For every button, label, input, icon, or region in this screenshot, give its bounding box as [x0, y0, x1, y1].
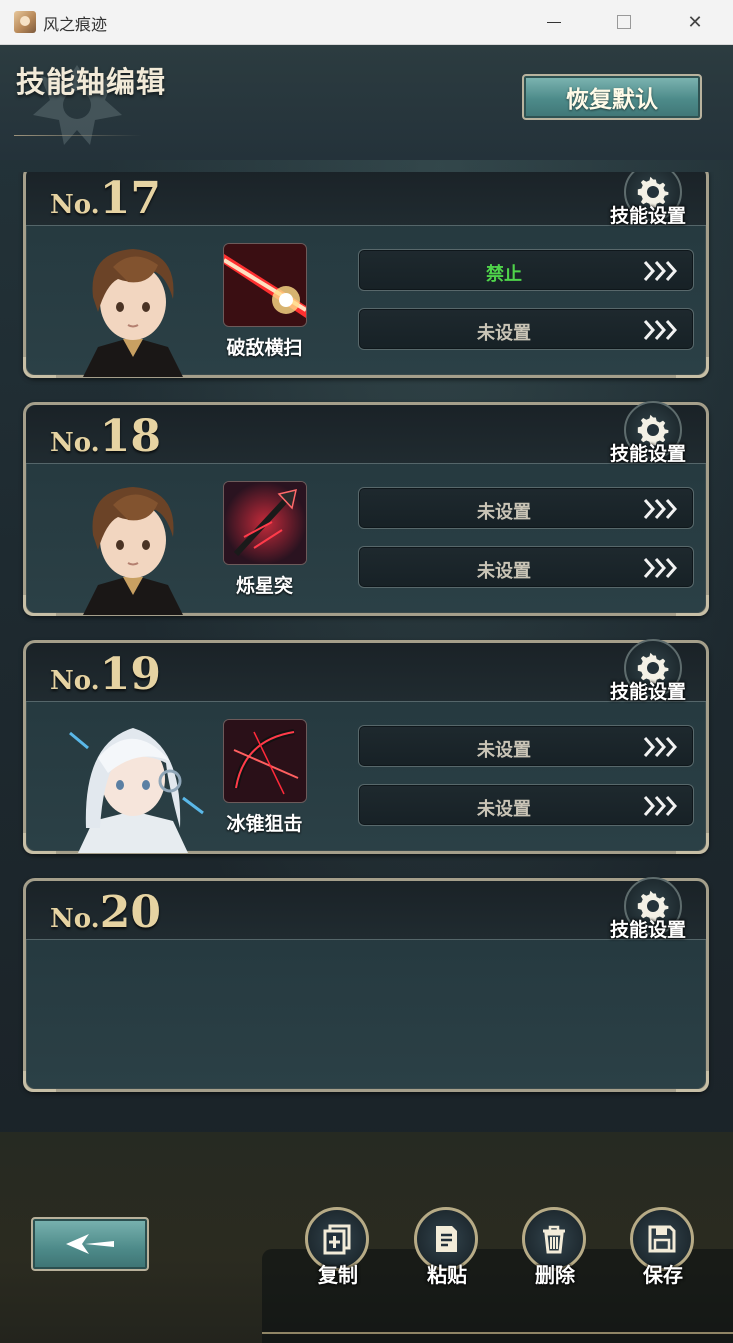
card-number-prefix: No. — [50, 904, 100, 934]
card-number-prefix: No. — [50, 666, 100, 696]
skill-list-content: No.16技能设置连环突刺未设置未设置No.17技能设置破敌横扫禁止未设置No.… — [0, 172, 733, 1116]
copy-icon — [323, 1224, 351, 1255]
close-icon: ✕ — [687, 11, 703, 33]
card-corner-ornament — [23, 357, 56, 378]
card-number-prefix: No. — [50, 190, 100, 220]
close-button[interactable]: ✕ — [672, 0, 718, 44]
card-corner-ornament — [23, 1071, 56, 1092]
paste-label: 粘贴 — [427, 1263, 467, 1287]
character-portrait — [69, 728, 204, 853]
action-bar-rail — [262, 1332, 733, 1334]
condition-slot-2[interactable]: 未设置 — [358, 784, 694, 826]
back-button[interactable] — [31, 1217, 149, 1271]
delete-button[interactable]: 删除 — [520, 1207, 590, 1297]
back-arrow-icon — [66, 1234, 114, 1254]
triple-chevron-right-icon — [643, 796, 678, 816]
title-divider — [14, 135, 142, 136]
skill-art — [224, 720, 306, 802]
paste-icon — [436, 1226, 457, 1252]
condition-slot-2[interactable]: 未设置 — [358, 308, 694, 350]
delete-label: 删除 — [535, 1263, 575, 1287]
card-number: No.20 — [50, 887, 161, 938]
card-corner-ornament — [676, 833, 709, 854]
skill-card: No.18 技能设置 烁星突 未设置 未设置 — [23, 401, 709, 616]
skill-settings-label[interactable]: 技能设置 — [610, 915, 686, 942]
card-corner-ornament — [23, 833, 56, 854]
copy-label: 复制 — [318, 1263, 358, 1287]
condition-slot-text: 禁止 — [486, 264, 522, 285]
skill-art — [224, 244, 306, 326]
skill-card: No.17 技能设置破敌横扫 禁止未设置 — [23, 172, 709, 378]
maximize-icon — [617, 15, 631, 29]
condition-slot-text: 未设置 — [477, 502, 531, 523]
condition-slot-text: 未设置 — [477, 740, 531, 761]
skill-icon[interactable] — [223, 243, 307, 327]
card-number: No.19 — [50, 649, 161, 700]
skill-art — [224, 482, 306, 564]
trash-icon — [543, 1225, 565, 1254]
card-corner-ornament — [676, 595, 709, 616]
condition-slot-1[interactable]: 未设置 — [358, 487, 694, 529]
card-number-value: 20 — [99, 887, 161, 938]
window-titlebar: 风之痕迹 ✕ — [0, 0, 733, 45]
triple-chevron-right-icon — [643, 558, 678, 578]
minimize-icon — [547, 21, 561, 23]
skill-name: 冰锥狙击 — [226, 813, 303, 835]
paste-button[interactable]: 粘贴 — [412, 1207, 482, 1297]
condition-slot-text: 未设置 — [477, 323, 531, 344]
card-number: No.18 — [50, 411, 161, 462]
skill-icon[interactable] — [223, 481, 307, 565]
skill-card: No.19 技能设置 冰锥狙击 未设置 未设置 — [23, 639, 709, 854]
window-title: 风之痕迹 — [43, 15, 108, 34]
minimize-button[interactable] — [531, 0, 577, 44]
card-corner-ornament — [676, 1071, 709, 1092]
maximize-button[interactable] — [601, 0, 647, 44]
triple-chevron-right-icon — [643, 320, 678, 340]
condition-slot-1[interactable]: 未设置 — [358, 725, 694, 767]
card-number-value: 19 — [99, 649, 161, 700]
card-corner-ornament — [23, 595, 56, 616]
reset-default-button[interactable]: 恢复默认 — [522, 74, 702, 120]
skill-card: No.20 技能设置 — [23, 877, 709, 1092]
card-corner-ornament — [676, 357, 709, 378]
card-number-prefix: No. — [50, 428, 100, 458]
app-area: 技能轴编辑 恢复默认 No.16技能设置连环突刺未设置未设置No.17技能设置破… — [0, 45, 733, 1343]
condition-slot-1[interactable]: 禁止 — [358, 249, 694, 291]
condition-slot-text: 未设置 — [477, 799, 531, 820]
triple-chevron-right-icon — [643, 737, 678, 757]
skill-name: 破敌横扫 — [226, 337, 303, 359]
card-number-value: 17 — [99, 173, 161, 224]
character-portrait — [83, 249, 183, 377]
save-button[interactable]: 保存 — [628, 1207, 698, 1297]
triple-chevron-right-icon — [643, 499, 678, 519]
skill-icon[interactable] — [223, 719, 307, 803]
condition-slot-text: 未设置 — [477, 561, 531, 582]
skill-name: 烁星突 — [235, 575, 293, 597]
character-portrait — [83, 487, 183, 615]
page-title: 技能轴编辑 — [16, 65, 167, 99]
header: 技能轴编辑 恢复默认 — [0, 45, 733, 160]
triple-chevron-right-icon — [643, 261, 678, 281]
app-icon — [14, 11, 36, 33]
save-label: 保存 — [643, 1263, 683, 1287]
condition-slot-2[interactable]: 未设置 — [358, 546, 694, 588]
skill-settings-label[interactable]: 技能设置 — [610, 439, 686, 466]
skill-list[interactable]: No.16技能设置连环突刺未设置未设置No.17技能设置破敌横扫禁止未设置No.… — [0, 172, 733, 1132]
card-number: No.17 — [50, 173, 161, 224]
card-number-value: 18 — [99, 411, 161, 462]
skill-settings-label[interactable]: 技能设置 — [610, 201, 686, 228]
save-icon — [648, 1225, 676, 1253]
skill-settings-label[interactable]: 技能设置 — [610, 677, 686, 704]
copy-button[interactable]: 复制 — [303, 1207, 373, 1297]
